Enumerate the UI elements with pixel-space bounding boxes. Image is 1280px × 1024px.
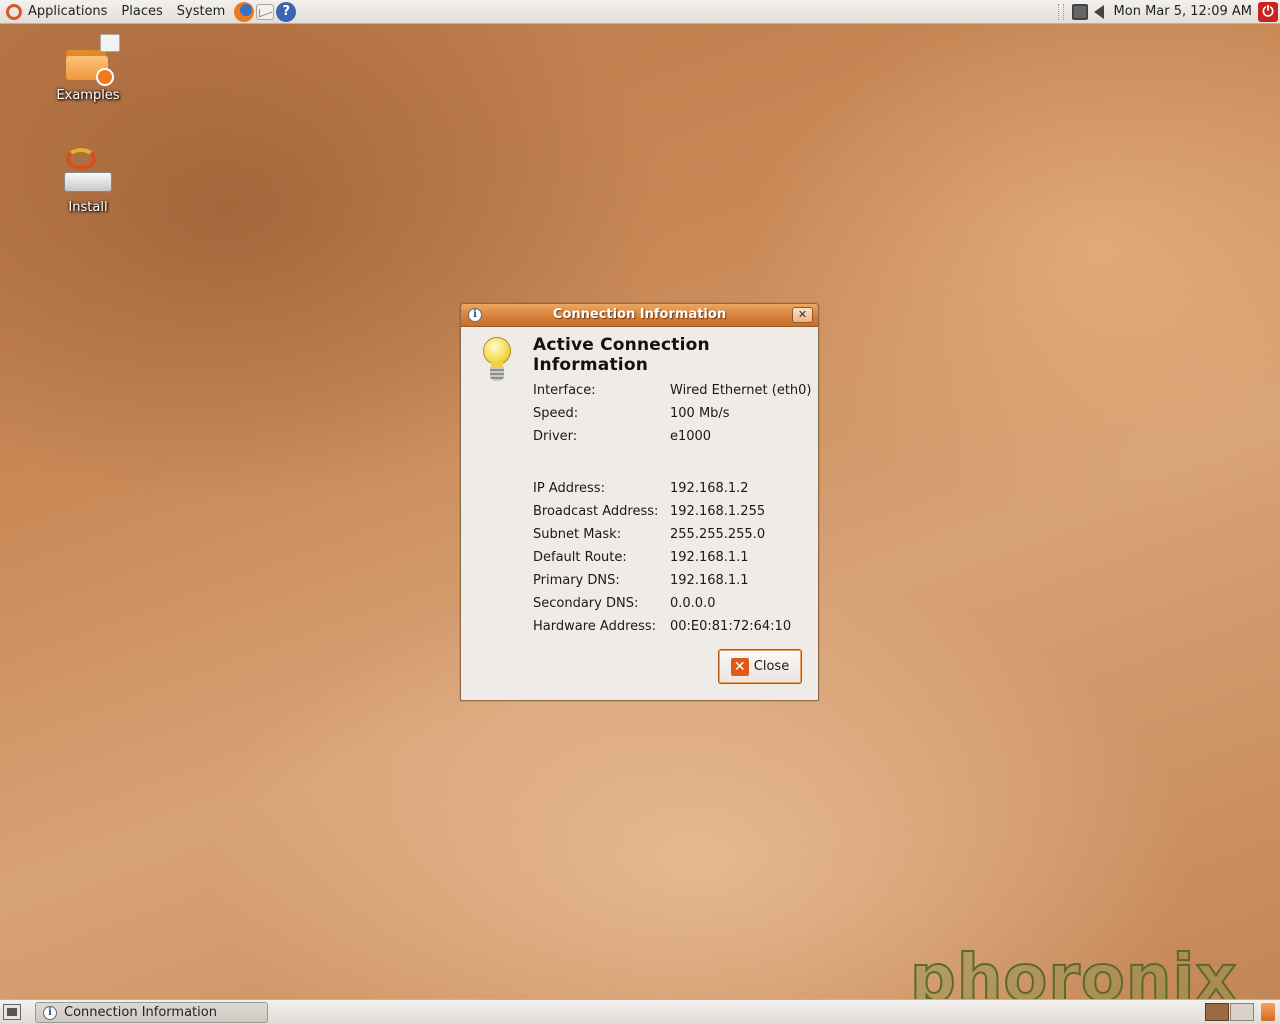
info-row-hardware-address: Hardware Address: 00:E0:81:72:64:10 xyxy=(533,619,791,634)
info-row-secondary-dns: Secondary DNS: 0.0.0.0 xyxy=(533,596,715,611)
workspace-switcher-2[interactable] xyxy=(1230,1003,1254,1021)
info-label: Broadcast Address: xyxy=(533,504,659,519)
main-menu: Applications Places System ? xyxy=(0,0,297,24)
install-drive-icon xyxy=(62,146,114,198)
info-row-speed: Speed: 100 Mb/s xyxy=(533,406,730,421)
info-label: IP Address: xyxy=(533,481,605,496)
close-icon: ✕ xyxy=(730,657,749,676)
applications-menu[interactable]: Applications xyxy=(0,0,114,24)
info-value: 255.255.255.0 xyxy=(670,527,766,542)
info-label: Driver: xyxy=(533,429,578,444)
network-icon[interactable] xyxy=(1071,3,1088,20)
info-label: Subnet Mask: xyxy=(533,527,622,542)
lock-icon xyxy=(96,68,114,86)
info-value: 192.168.1.1 xyxy=(670,573,749,588)
places-menu[interactable]: Places xyxy=(114,0,169,24)
dialog-titlebar[interactable]: i Connection Information ✕ xyxy=(461,304,818,327)
taskbar-item-connection-information[interactable]: i Connection Information xyxy=(35,1002,268,1023)
info-value: e1000 xyxy=(670,429,712,444)
dialog-heading: Active Connection Information xyxy=(533,335,710,375)
info-value: 192.168.1.1 xyxy=(670,550,749,565)
info-row-driver: Driver: e1000 xyxy=(533,429,711,444)
info-value: 00:E0:81:72:64:10 xyxy=(670,619,792,634)
info-icon: i xyxy=(43,1005,57,1020)
trash-icon[interactable] xyxy=(1261,1003,1275,1021)
info-row-default-route: Default Route: 192.168.1.1 xyxy=(533,550,749,565)
info-value: 0.0.0.0 xyxy=(670,596,716,611)
info-label: Interface: xyxy=(533,383,596,398)
workspace-switcher-1[interactable] xyxy=(1205,1003,1229,1021)
info-row-interface: Interface: Wired Ethernet (eth0) xyxy=(533,383,812,398)
ubuntu-logo-icon xyxy=(6,3,22,20)
system-menu[interactable]: System xyxy=(170,0,232,24)
help-launcher-icon[interactable]: ? xyxy=(276,1,297,22)
applications-menu-label: Applications xyxy=(28,3,108,19)
clock[interactable]: Mon Mar 5, 12:09 AM xyxy=(1114,4,1252,19)
dialog-title: Connection Information xyxy=(552,307,727,322)
info-row-primary-dns: Primary DNS: 192.168.1.1 xyxy=(533,573,749,588)
tray-handle[interactable] xyxy=(1057,3,1064,20)
desktop-icon-label: Install xyxy=(68,200,108,215)
taskbar-item-label: Connection Information xyxy=(64,1005,217,1020)
info-row-subnet-mask: Subnet Mask: 255.255.255.0 xyxy=(533,527,765,542)
power-icon[interactable]: ⏻ xyxy=(1258,1,1278,22)
close-button[interactable]: ✕ Close xyxy=(718,649,802,684)
info-label: Speed: xyxy=(533,406,579,421)
mail-launcher-icon[interactable] xyxy=(256,3,275,20)
info-label: Primary DNS: xyxy=(533,573,620,588)
info-row-ip-address: IP Address: 192.168.1.2 xyxy=(533,481,749,496)
info-label: Secondary DNS: xyxy=(533,596,639,611)
top-panel: Applications Places System ? Mon Mar 5, … xyxy=(0,0,1280,24)
close-icon[interactable]: ✕ xyxy=(792,307,813,323)
info-label: Default Route: xyxy=(533,550,627,565)
desktop-icon-examples[interactable]: Examples xyxy=(43,34,133,103)
bottom-panel: i Connection Information xyxy=(0,999,1280,1024)
firefox-launcher-icon[interactable] xyxy=(234,1,255,22)
desktop-icon-label: Examples xyxy=(56,88,120,103)
info-value: Wired Ethernet (eth0) xyxy=(670,383,812,398)
lightbulb-icon xyxy=(481,337,513,383)
symlink-icon xyxy=(100,34,120,52)
volume-icon[interactable] xyxy=(1093,4,1104,19)
show-desktop-icon[interactable] xyxy=(3,1004,21,1020)
close-button-label: Close xyxy=(753,659,790,674)
connection-info-dialog: i Connection Information ✕ Active Connec… xyxy=(460,303,819,701)
info-value: 192.168.1.2 xyxy=(670,481,749,496)
info-value: 100 Mb/s xyxy=(670,406,730,421)
info-label: Hardware Address: xyxy=(533,619,657,634)
info-row-broadcast-address: Broadcast Address: 192.168.1.255 xyxy=(533,504,765,519)
folder-icon xyxy=(64,34,120,86)
system-tray: Mon Mar 5, 12:09 AM ⏻ xyxy=(1057,0,1280,24)
info-value: 192.168.1.255 xyxy=(670,504,766,519)
desktop-icon-install[interactable]: Install xyxy=(43,146,133,215)
